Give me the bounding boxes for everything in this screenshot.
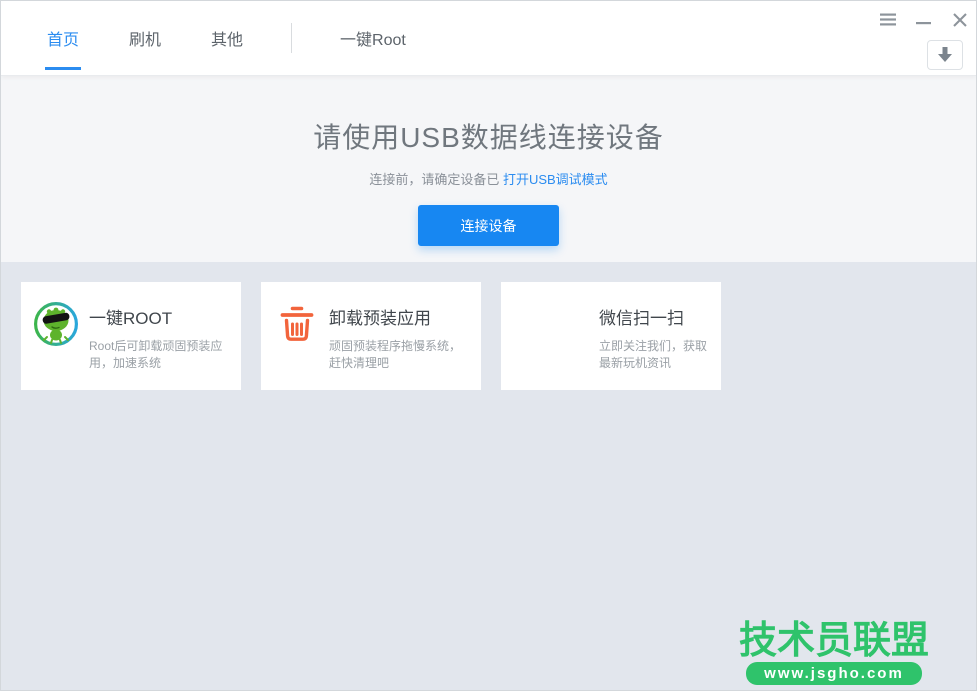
card-title: 微信扫一扫 xyxy=(599,304,711,329)
download-arrow-icon xyxy=(936,47,954,63)
connect-subtitle: 连接前，请确定设备已 打开USB调试模式 xyxy=(1,169,976,188)
card-uninstall-preinstalled[interactable]: 卸载预装应用 顽固预装程序拖慢系统，赶快清理吧 xyxy=(261,282,481,390)
connect-device-button[interactable]: 连接设备 xyxy=(418,205,559,246)
card-desc: 立即关注我们，获取最新玩机资讯 xyxy=(599,338,711,372)
tab-one-key-root[interactable]: 一键Root xyxy=(338,1,408,75)
tab-divider xyxy=(291,23,292,53)
usb-debug-link[interactable]: 打开USB调试模式 xyxy=(503,172,608,187)
tab-bar: 首页 刷机 其他 一键Root xyxy=(1,1,976,75)
card-wechat-scan[interactable]: 微信扫一扫 立即关注我们，获取最新玩机资讯 xyxy=(501,282,721,390)
card-title: 卸载预装应用 xyxy=(329,304,471,329)
qr-code-placeholder xyxy=(514,302,558,346)
menu-icon[interactable] xyxy=(879,11,896,28)
connect-section: 请使用USB数据线连接设备 连接前，请确定设备已 打开USB调试模式 连接设备 xyxy=(1,76,976,262)
download-button[interactable] xyxy=(927,40,963,70)
close-icon[interactable] xyxy=(951,11,968,28)
card-title: 一键ROOT xyxy=(89,304,231,329)
minimize-icon[interactable] xyxy=(915,11,932,28)
watermark: 技术员联盟 www.jsgho.com xyxy=(739,621,929,685)
card-text: 卸载预装应用 顽固预装程序拖慢系统，赶快清理吧 xyxy=(329,304,471,372)
tab-flash[interactable]: 刷机 xyxy=(127,1,163,75)
watermark-url: www.jsgho.com xyxy=(746,662,922,685)
window-controls xyxy=(879,11,968,28)
card-desc: Root后可卸载顽固预装应用，加速系统 xyxy=(89,338,231,372)
connect-title: 请使用USB数据线连接设备 xyxy=(1,76,976,156)
card-desc: 顽固预装程序拖慢系统，赶快清理吧 xyxy=(329,338,471,372)
app-window: 首页 刷机 其他 一键Root xyxy=(0,0,977,691)
card-text: 一键ROOT Root后可卸载顽固预装应用，加速系统 xyxy=(89,304,231,372)
header: 首页 刷机 其他 一键Root xyxy=(1,1,976,76)
connect-subtitle-text: 连接前，请确定设备已 xyxy=(369,172,503,187)
trash-icon xyxy=(277,304,317,344)
watermark-title: 技术员联盟 xyxy=(739,621,929,661)
tab-home[interactable]: 首页 xyxy=(45,1,81,75)
card-one-key-root[interactable]: 一键ROOT Root后可卸载顽固预装应用，加速系统 xyxy=(21,282,241,390)
feature-cards: 一键ROOT Root后可卸载顽固预装应用，加速系统 卸载预装应用 顽固预装程序… xyxy=(1,262,976,410)
card-text: 微信扫一扫 立即关注我们，获取最新玩机资讯 xyxy=(599,304,711,372)
tab-other[interactable]: 其他 xyxy=(209,1,245,75)
root-mascot-icon xyxy=(34,302,78,346)
